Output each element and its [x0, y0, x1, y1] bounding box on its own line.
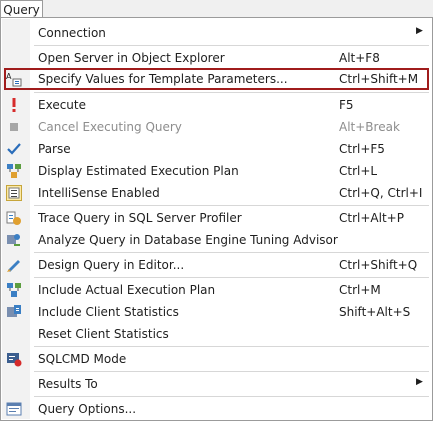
- menu-item-label: Include Actual Execution Plan: [38, 283, 216, 297]
- menu-separator: [34, 205, 429, 206]
- menu-item-shortcut: Alt+Break: [339, 120, 400, 134]
- menu-item-label: Reset Client Statistics: [38, 327, 169, 341]
- query-dropdown-menu: Connection ▶ Open Server in Object Explo…: [0, 17, 433, 421]
- menu-separator: [34, 346, 429, 347]
- menu-item-intellisense[interactable]: IntelliSense Enabled Ctrl+Q, Ctrl+I: [1, 182, 432, 204]
- menu-item-analyze-tuning-advisor[interactable]: Analyze Query in Database Engine Tuning …: [1, 229, 432, 251]
- client-statistics-icon: [6, 304, 22, 320]
- menu-item-label: IntelliSense Enabled: [38, 186, 160, 200]
- menu-item-reset-client-statistics[interactable]: Reset Client Statistics: [1, 323, 432, 345]
- menu-item-include-client-statistics[interactable]: Include Client Statistics Shift+Alt+S: [1, 301, 432, 323]
- menu-item-label: Design Query in Editor...: [38, 258, 185, 272]
- sqlcmd-icon: [6, 351, 22, 367]
- profiler-icon: [6, 210, 22, 226]
- svg-text:A: A: [6, 72, 12, 81]
- menu-separator: [34, 92, 429, 93]
- menu-item-sqlcmd-mode[interactable]: SQLCMD Mode: [1, 348, 432, 370]
- menu-item-trace-profiler[interactable]: Trace Query in SQL Server Profiler Ctrl+…: [1, 207, 432, 229]
- menu-item-include-actual-plan[interactable]: Include Actual Execution Plan Ctrl+M: [1, 279, 432, 301]
- menu-item-parse[interactable]: Parse Ctrl+F5: [1, 138, 432, 160]
- design-query-icon: [6, 257, 22, 273]
- menu-item-shortcut: Ctrl+M: [339, 283, 381, 297]
- menu-item-label: Query Options...: [38, 402, 137, 416]
- template-parameters-icon: A: [6, 71, 22, 87]
- query-menu-tab[interactable]: Query: [0, 0, 43, 18]
- menu-separator: [34, 277, 429, 278]
- submenu-arrow-icon: ▶: [416, 26, 423, 36]
- menu-item-label: Cancel Executing Query: [38, 120, 182, 134]
- menu-item-specify-values[interactable]: A Specify Values for Template Parameters…: [4, 68, 429, 90]
- menu-separator: [34, 371, 429, 372]
- submenu-arrow-icon: ▶: [416, 377, 423, 387]
- intellisense-icon: [6, 185, 22, 201]
- menu-item-shortcut: Ctrl+Shift+Q: [339, 258, 418, 272]
- menu-item-display-estimated-plan[interactable]: Display Estimated Execution Plan Ctrl+L: [1, 160, 432, 182]
- execute-icon: [6, 97, 22, 113]
- menu-item-shortcut: Ctrl+F5: [339, 142, 385, 156]
- menu-item-label: SQLCMD Mode: [38, 352, 127, 366]
- menu-item-label: Include Client Statistics: [38, 305, 179, 319]
- menu-item-label: Specify Values for Template Parameters..…: [38, 72, 288, 86]
- query-options-icon: [6, 401, 22, 417]
- tuning-advisor-icon: [6, 232, 22, 248]
- menu-item-shortcut: Alt+F8: [339, 51, 380, 65]
- menu-item-label: Connection: [38, 26, 106, 40]
- menu-item-query-options[interactable]: Query Options...: [1, 398, 432, 420]
- menu-item-label: Open Server in Object Explorer: [38, 51, 225, 65]
- menu-item-label: Parse: [38, 142, 71, 156]
- menu-item-shortcut: Ctrl+Q, Ctrl+I: [339, 186, 423, 200]
- menu-item-label: Execute: [38, 98, 86, 112]
- menu-item-shortcut: F5: [339, 98, 354, 112]
- menu-item-shortcut: Shift+Alt+S: [339, 305, 411, 319]
- menu-item-label: Results To: [38, 377, 98, 391]
- menu-item-label: Display Estimated Execution Plan: [38, 164, 239, 178]
- menu-item-shortcut: Ctrl+Alt+P: [339, 211, 404, 225]
- menu-item-shortcut: Ctrl+Shift+M: [339, 72, 419, 86]
- menu-item-cancel-executing[interactable]: Cancel Executing Query Alt+Break: [1, 116, 432, 138]
- menu-item-label: Analyze Query in Database Engine Tuning …: [38, 233, 338, 247]
- menu-item-open-server[interactable]: Open Server in Object Explorer Alt+F8: [1, 47, 432, 69]
- menu-item-connection[interactable]: Connection ▶: [1, 22, 432, 44]
- menu-item-label: Trace Query in SQL Server Profiler: [38, 211, 242, 225]
- menu-item-shortcut: Ctrl+L: [339, 164, 378, 178]
- checkmark-icon: [6, 141, 22, 157]
- menu-item-design-query[interactable]: Design Query in Editor... Ctrl+Shift+Q: [1, 254, 432, 276]
- menu-item-results-to[interactable]: Results To ▶: [1, 373, 432, 395]
- menu-item-execute[interactable]: Execute F5: [1, 94, 432, 116]
- menu-separator: [34, 45, 429, 46]
- menu-separator: [34, 396, 429, 397]
- execution-plan-icon: [6, 163, 22, 179]
- actual-plan-icon: [6, 282, 22, 298]
- stop-icon: [6, 119, 22, 135]
- menu-bar: Query: [0, 0, 433, 18]
- menu-separator: [34, 252, 429, 253]
